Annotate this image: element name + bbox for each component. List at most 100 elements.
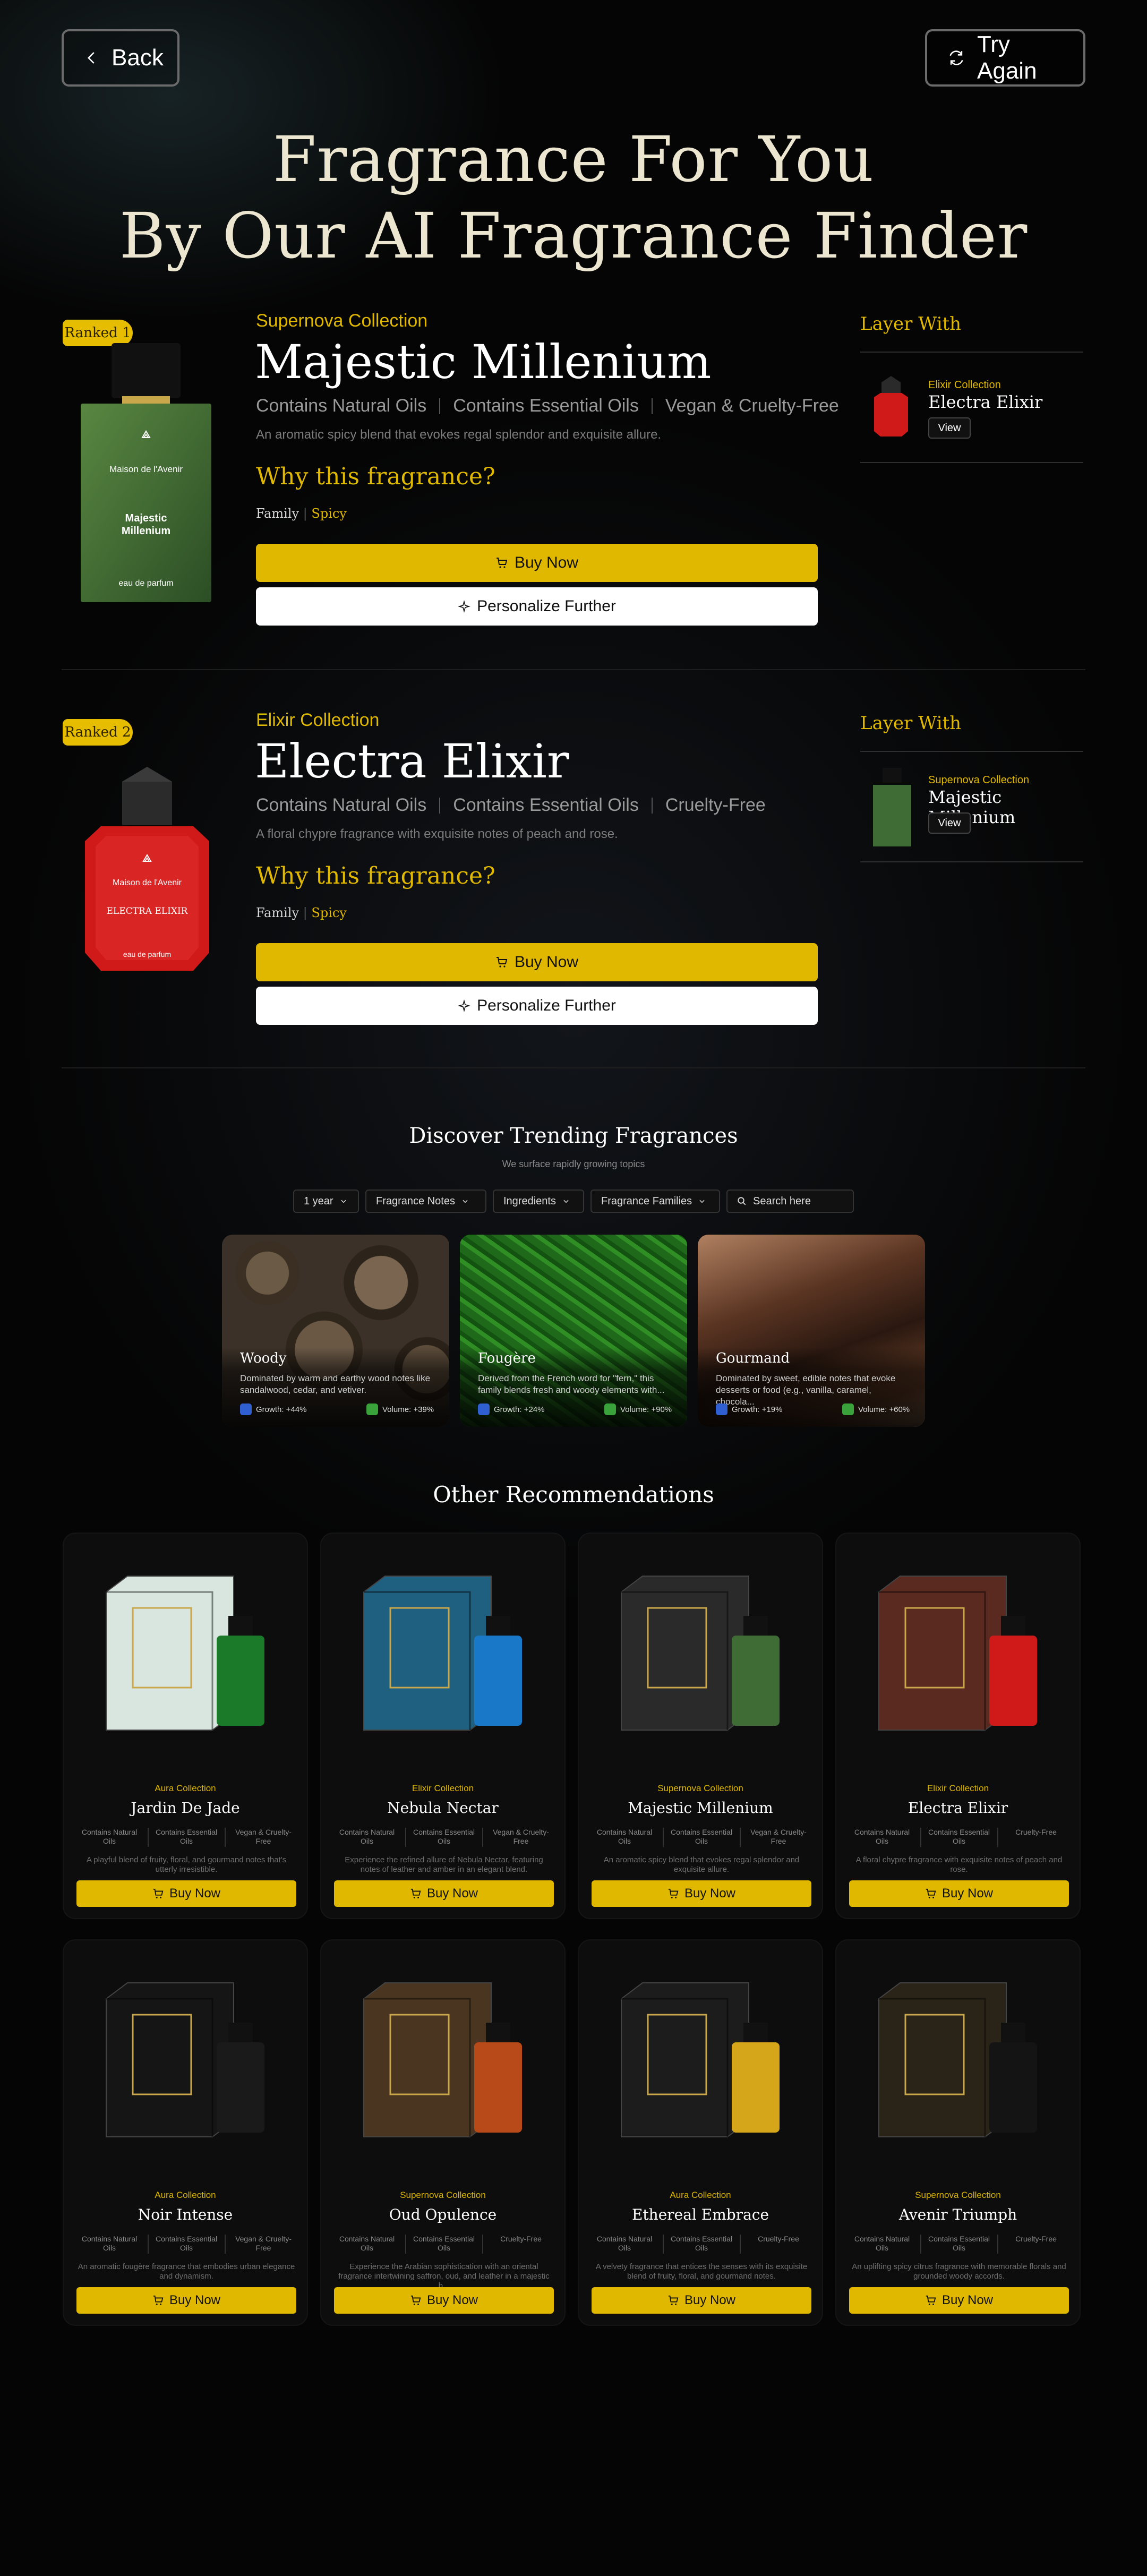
rank-badge: Ranked 2	[63, 719, 133, 746]
layer-card[interactable]: Supernova Collection Majestic Millenium …	[860, 767, 1083, 846]
buy-now-button[interactable]: Buy Now	[849, 2287, 1069, 2314]
section-divider	[62, 669, 1085, 670]
filter-label: Fragrance Families	[601, 1195, 692, 1207]
bottle-label: Majestic Millenium	[121, 512, 171, 537]
trend-growth: Growth: +19%	[716, 1403, 782, 1415]
search-placeholder: Search here	[753, 1195, 811, 1207]
recommendation-card[interactable]: Elixir Collection Nebula Nectar Contains N…	[320, 1533, 566, 1919]
section-divider	[62, 1067, 1085, 1068]
growth-value: Growth: +19%	[732, 1405, 783, 1414]
layer-view-button[interactable]: View	[928, 812, 971, 834]
buy-now-button[interactable]: Buy Now	[334, 2287, 554, 2314]
trend-card-gourmand[interactable]: Gourmand Dominated by sweet, edible note…	[698, 1235, 925, 1427]
filter-notes-dropdown[interactable]: Fragrance Notes	[365, 1189, 486, 1213]
recommendation-card[interactable]: Aura Collection Ethereal Embrace Contains …	[578, 1939, 823, 2326]
recommendation-collection: Aura Collection	[155, 1783, 216, 1793]
layer-card[interactable]: Elixir Collection Electra Elixir View	[860, 372, 1083, 441]
recommendation-card[interactable]: Supernova Collection Majestic Millenium Co…	[578, 1533, 823, 1919]
recommendation-card[interactable]: Aura Collection Jardin De Jade Contains Na…	[63, 1533, 308, 1919]
buy-now-button[interactable]: Buy Now	[76, 2287, 296, 2314]
layer-with-title: Layer With	[860, 313, 962, 335]
feature-item: Vegan & Cruelty-Free	[235, 2235, 292, 2252]
feature-item: Contains Essential Oils	[413, 1828, 475, 1845]
layer-product-image	[873, 768, 911, 846]
feature-item: Contains Natural Oils	[339, 2235, 395, 2252]
feature-item: Cruelty-Free	[500, 2235, 542, 2243]
feature-item: Contains Natural Oils	[339, 1828, 395, 1845]
trend-card-woody[interactable]: Woody Dominated by warm and earthy wood …	[222, 1235, 449, 1427]
feature-list: Contains Natural Oils Contains Essential…	[256, 396, 839, 416]
layer-view-button[interactable]: View	[928, 417, 971, 439]
feature-item: Cruelty-Free	[1015, 1828, 1057, 1836]
recommendation-card[interactable]: Elixir Collection Electra Elixir Contains …	[835, 1533, 1081, 1919]
growth-value: Growth: +24%	[494, 1405, 545, 1414]
layer-divider	[860, 751, 1083, 752]
feature-item: Contains Natural Oils	[596, 2235, 653, 2252]
product-package-image	[621, 1982, 780, 2137]
personalize-button[interactable]: Personalize Further	[256, 987, 818, 1025]
buy-now-label: Buy Now	[169, 1886, 221, 1901]
buy-now-button[interactable]: Buy Now	[76, 1880, 296, 1907]
cart-icon	[496, 957, 508, 968]
buy-now-button[interactable]: Buy Now	[256, 544, 818, 582]
feature-item: Vegan & Cruelty-Free	[235, 1828, 292, 1845]
recommendation-card[interactable]: Supernova Collection Avenir Triumph Contai…	[835, 1939, 1081, 2326]
layer-divider	[860, 462, 1083, 463]
filter-families-dropdown[interactable]: Fragrance Families	[590, 1189, 720, 1213]
title-line-2: By Our AI Fragrance Finder	[119, 199, 1028, 272]
try-again-button[interactable]: Try Again	[925, 29, 1085, 87]
sparkle-icon	[458, 999, 471, 1012]
chevron-down-icon	[463, 1200, 468, 1203]
cart-icon	[410, 1888, 421, 1898]
product-image: Maison de l'Avenir ELECTRA ELIXIR eau de…	[80, 767, 215, 977]
cart-icon	[496, 558, 508, 568]
recommendation-features: Contains Natural Oils Contains Essential …	[78, 1828, 295, 1847]
growth-icon	[240, 1403, 252, 1415]
product-package-image	[878, 1576, 1037, 1731]
bottle-brand: Maison de l'Avenir	[109, 464, 183, 474]
product-description: An aromatic spicy blend that evokes rega…	[256, 427, 662, 442]
trend-name: Gourmand	[716, 1350, 790, 1366]
personalize-label: Personalize Further	[477, 997, 616, 1014]
cart-icon	[926, 1888, 936, 1898]
volume-icon	[604, 1403, 616, 1415]
chevron-down-icon	[340, 1200, 346, 1203]
layer-product-name: Electra Elixir	[928, 392, 1043, 412]
trend-card-fougere[interactable]: Fougère Derived from the French word for…	[460, 1235, 687, 1427]
feature-item: Vegan & Cruelty-Free	[493, 1828, 549, 1845]
chevron-down-icon	[699, 1200, 705, 1203]
page-title: Fragrance For You By Our AI Fragrance Fi…	[0, 121, 1147, 274]
recommendation-description: A velvety fragrance that entices the sen…	[595, 2262, 808, 2281]
filter-time-dropdown[interactable]: 1 year	[293, 1189, 359, 1213]
filter-label: 1 year	[304, 1195, 333, 1207]
trend-growth: Growth: +44%	[240, 1403, 306, 1415]
personalize-button[interactable]: Personalize Further	[256, 587, 818, 626]
buy-now-label: Buy Now	[514, 953, 579, 971]
recommendation-card[interactable]: Supernova Collection Oud Opulence Contains…	[320, 1939, 566, 2326]
family-row: Family | Spicy	[256, 905, 347, 920]
bottle-label: ELECTRA ELIXIR	[106, 906, 188, 917]
recommendation-card[interactable]: Aura Collection Noir Intense Contains Natu…	[63, 1939, 308, 2326]
family-label: Family	[256, 506, 299, 521]
volume-value: Volume: +60%	[858, 1405, 910, 1414]
buy-now-button[interactable]: Buy Now	[849, 1880, 1069, 1907]
product-package-image	[878, 1982, 1037, 2137]
feature-item: Cruelty-Free	[758, 2235, 799, 2243]
try-again-label: Try Again	[977, 31, 1037, 84]
feature-item: Contains Essential Oils	[156, 1828, 217, 1845]
filter-ingredients-dropdown[interactable]: Ingredients	[493, 1189, 584, 1213]
buy-now-button[interactable]: Buy Now	[334, 1880, 554, 1907]
buy-now-button[interactable]: Buy Now	[592, 1880, 811, 1907]
back-button[interactable]: Back	[62, 29, 179, 87]
buy-now-button[interactable]: Buy Now	[592, 2287, 811, 2314]
recommendation-name: Majestic Millenium	[628, 1799, 773, 1817]
recommendation-name: Avenir Triumph	[898, 2206, 1017, 2223]
buy-now-label: Buy Now	[169, 2293, 221, 2307]
why-heading: Why this fragrance?	[256, 463, 495, 490]
search-input[interactable]: Search here	[726, 1189, 854, 1213]
buy-now-button[interactable]: Buy Now	[256, 943, 818, 981]
feature-item: Vegan & Cruelty-Free	[665, 396, 839, 416]
feature-item: Contains Essential Oils	[156, 2235, 217, 2252]
volume-icon	[366, 1403, 378, 1415]
feature-item: Contains Essential Oils	[671, 2235, 732, 2252]
